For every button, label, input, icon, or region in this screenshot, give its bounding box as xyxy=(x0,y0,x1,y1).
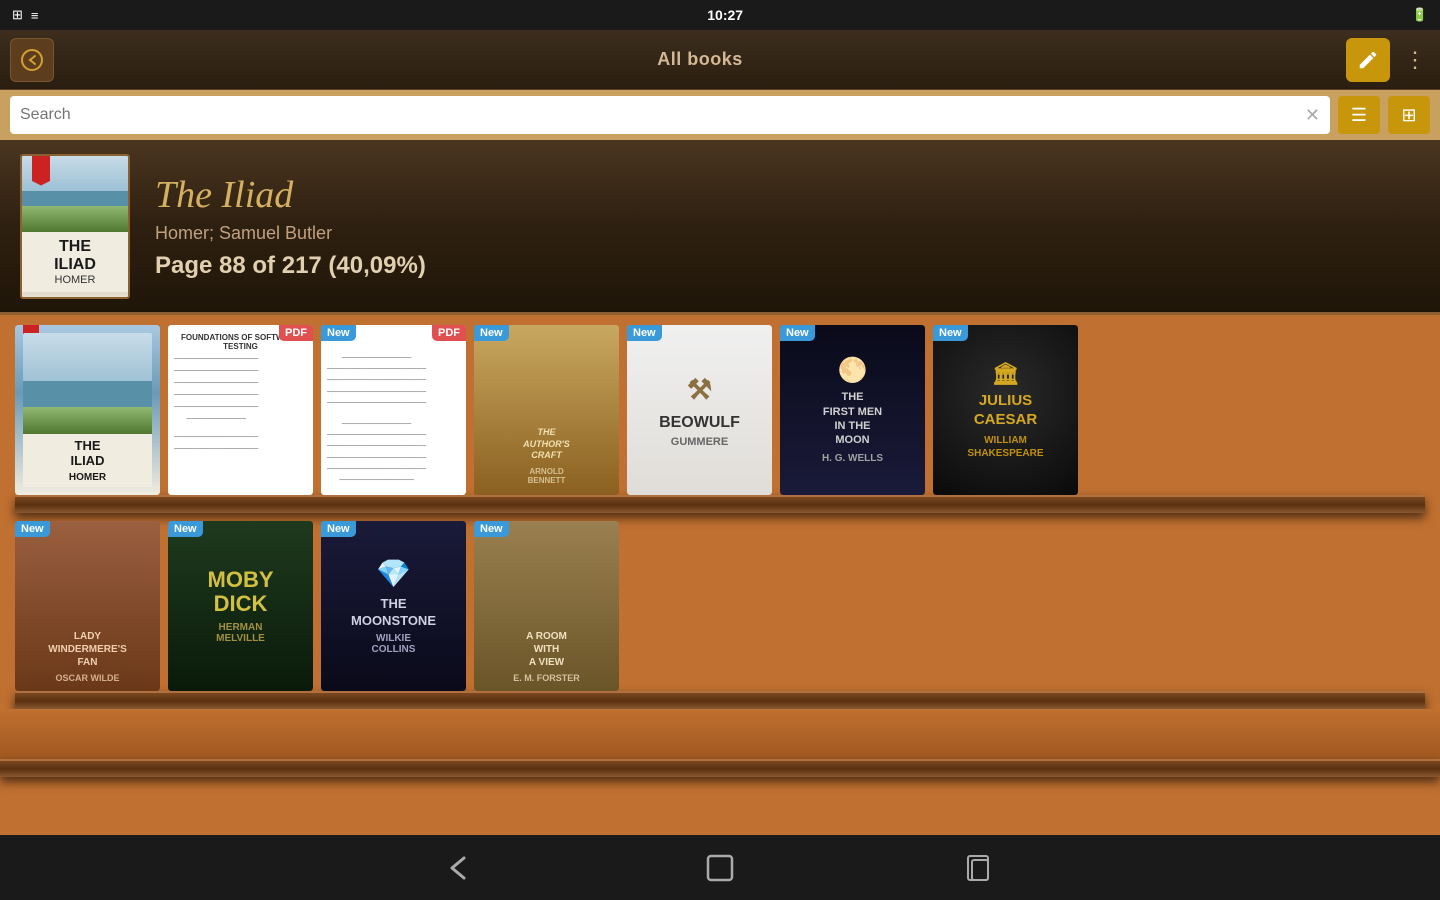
book-foundations[interactable]: PDF FOUNDATIONS OF SOFTWARE TESTING ────… xyxy=(168,325,313,495)
book-author: WILKIECOLLINS xyxy=(351,633,436,655)
new-badge: New xyxy=(474,325,509,341)
bars-icon: ≡ xyxy=(31,8,39,23)
shelf-row-1-wrap: THEILIAD HOMER PDF FOUNDATIONS OF SOFTWA… xyxy=(0,315,1440,513)
shelf-section: THEILIAD HOMER PDF FOUNDATIONS OF SOFTWA… xyxy=(0,315,1440,835)
book-title: JULIUSCAESAR xyxy=(967,391,1043,430)
book-author: H. G. WELLS xyxy=(822,453,883,464)
status-icons-right: 🔋 xyxy=(1412,7,1428,23)
new-badge: New xyxy=(321,325,356,341)
new-badge: New xyxy=(474,521,509,537)
edit-button[interactable] xyxy=(1346,38,1390,82)
book-author: WILLIAMSHAKESPEARE xyxy=(967,434,1043,460)
new-badge: New xyxy=(627,325,662,341)
featured-author: Homer; Samuel Butler xyxy=(155,223,1420,244)
app-title: All books xyxy=(657,49,743,70)
status-bar: ⊞ ≡ 10:27 🔋 xyxy=(0,0,1440,30)
moon-icon: 🌕 xyxy=(822,356,883,385)
search-input[interactable] xyxy=(20,106,1305,124)
grid-view-button[interactable]: ⊞ xyxy=(1388,96,1430,134)
top-bar-left xyxy=(10,38,54,82)
new-badge: New xyxy=(321,521,356,537)
shelf-row-2: New LADYWINDERMERE'SFAN OSCAR WILDE New xyxy=(15,521,1425,691)
book-title: THEMOONSTONE xyxy=(351,596,436,630)
featured-cover: THEILIAD HOMER xyxy=(20,154,130,299)
book-title: MOBYDICK xyxy=(208,568,274,616)
featured-progress: Page 88 of 217 (40,09%) xyxy=(155,252,1420,280)
shelf-row-1: THEILIAD HOMER PDF FOUNDATIONS OF SOFTWA… xyxy=(15,325,1425,495)
featured-cover-author: HOMER xyxy=(26,274,124,286)
book-title: THEFIRST MENIN THEMOON xyxy=(822,390,883,447)
shelf-row-2-wrap: New LADYWINDERMERE'SFAN OSCAR WILDE New xyxy=(0,513,1440,709)
laurel-icon: 🏛 xyxy=(967,361,1043,387)
book-content: ───────────────── ───────────────── ────… xyxy=(174,355,258,454)
book-title: BEOWULF xyxy=(659,414,740,432)
featured-ribbon xyxy=(32,156,50,186)
book-author: HOMER xyxy=(27,472,148,483)
app-wrapper: ⊞ ≡ 10:27 🔋 All books ⋮ xyxy=(0,0,1440,900)
new-badge: New xyxy=(15,521,50,537)
book-julius-caesar[interactable]: New 🏛 JULIUSCAESAR WILLIAMSHAKESPEARE xyxy=(933,325,1078,495)
book-title: THEILIAD xyxy=(27,438,148,469)
book-room-view[interactable]: New A ROOMWITHA VIEW E. M. FORSTER xyxy=(474,521,619,691)
book-author: GUMMERE xyxy=(659,436,740,448)
nav-recents-button[interactable] xyxy=(950,843,1010,893)
book-subtitle: THEAUTHOR'SCRAFT xyxy=(523,427,570,462)
pdf-badge: PDF xyxy=(432,325,466,341)
battery-icon: 🔋 xyxy=(1412,7,1428,23)
book-moonstone[interactable]: New 💎 THEMOONSTONE WILKIECOLLINS xyxy=(321,521,466,691)
nav-home-button[interactable] xyxy=(690,843,750,893)
status-time: 10:27 xyxy=(707,7,743,23)
search-input-wrap[interactable]: ✕ xyxy=(10,96,1330,134)
book-first-men[interactable]: New 🌕 THEFIRST MENIN THEMOON H. G. WELLS xyxy=(780,325,925,495)
featured-info: The Iliad Homer; Samuel Butler Page 88 o… xyxy=(155,173,1420,280)
more-menu-button[interactable]: ⋮ xyxy=(1400,38,1430,82)
nav-bar xyxy=(0,835,1440,900)
top-bar: All books ⋮ xyxy=(0,30,1440,90)
book-content: ────────────── ──────────────────── ────… xyxy=(327,353,426,486)
shelf-board-2 xyxy=(15,691,1425,709)
book-iliad[interactable]: THEILIAD HOMER xyxy=(15,325,160,495)
book-moby-dick[interactable]: New MOBYDICK HERMANMELVILLE xyxy=(168,521,313,691)
book-author: ARNOLDBENNETT xyxy=(523,467,570,485)
book-title: LADYWINDERMERE'SFAN xyxy=(48,630,127,669)
featured-book-banner[interactable]: THEILIAD HOMER The Iliad Homer; Samuel B… xyxy=(0,140,1440,315)
nav-back-button[interactable] xyxy=(430,843,490,893)
book-author: OSCAR WILDE xyxy=(48,673,127,683)
new-badge: New xyxy=(168,521,203,537)
beowulf-hammer-icon: ⚒ xyxy=(659,373,740,406)
grid-icon: ⊞ xyxy=(12,7,23,23)
back-button[interactable] xyxy=(10,38,54,82)
clear-search-button[interactable]: ✕ xyxy=(1305,105,1320,126)
empty-shelf-bottom xyxy=(0,709,1440,759)
featured-cover-title: THEILIAD xyxy=(26,238,124,273)
content-area: THEILIAD HOMER The Iliad Homer; Samuel B… xyxy=(0,140,1440,835)
book-beowulf[interactable]: New ⚒ BEOWULF GUMMERE xyxy=(627,325,772,495)
pdf-badge: PDF xyxy=(279,325,313,341)
shelf-board-1 xyxy=(15,495,1425,513)
book-authors-craft[interactable]: New THEAUTHOR'SCRAFT ARNOLDBENNETT xyxy=(474,325,619,495)
book-unknown-pdf[interactable]: New PDF ────────────── ─────────────────… xyxy=(321,325,466,495)
book-title: A ROOMWITHA VIEW xyxy=(513,630,580,669)
new-badge: New xyxy=(780,325,815,341)
status-icons-left: ⊞ ≡ xyxy=(12,7,39,23)
top-bar-right: ⋮ xyxy=(1346,38,1430,82)
shelf-board-3 xyxy=(0,759,1440,777)
list-view-button[interactable]: ☰ xyxy=(1338,96,1380,134)
search-bar: ✕ ☰ ⊞ xyxy=(0,90,1440,140)
new-badge: New xyxy=(933,325,968,341)
moonstone-icon: 💎 xyxy=(351,557,436,590)
book-lady-windermere[interactable]: New LADYWINDERMERE'SFAN OSCAR WILDE xyxy=(15,521,160,691)
book-author: HERMANMELVILLE xyxy=(208,622,274,644)
book-author: E. M. FORSTER xyxy=(513,673,580,683)
featured-title: The Iliad xyxy=(155,173,1420,217)
